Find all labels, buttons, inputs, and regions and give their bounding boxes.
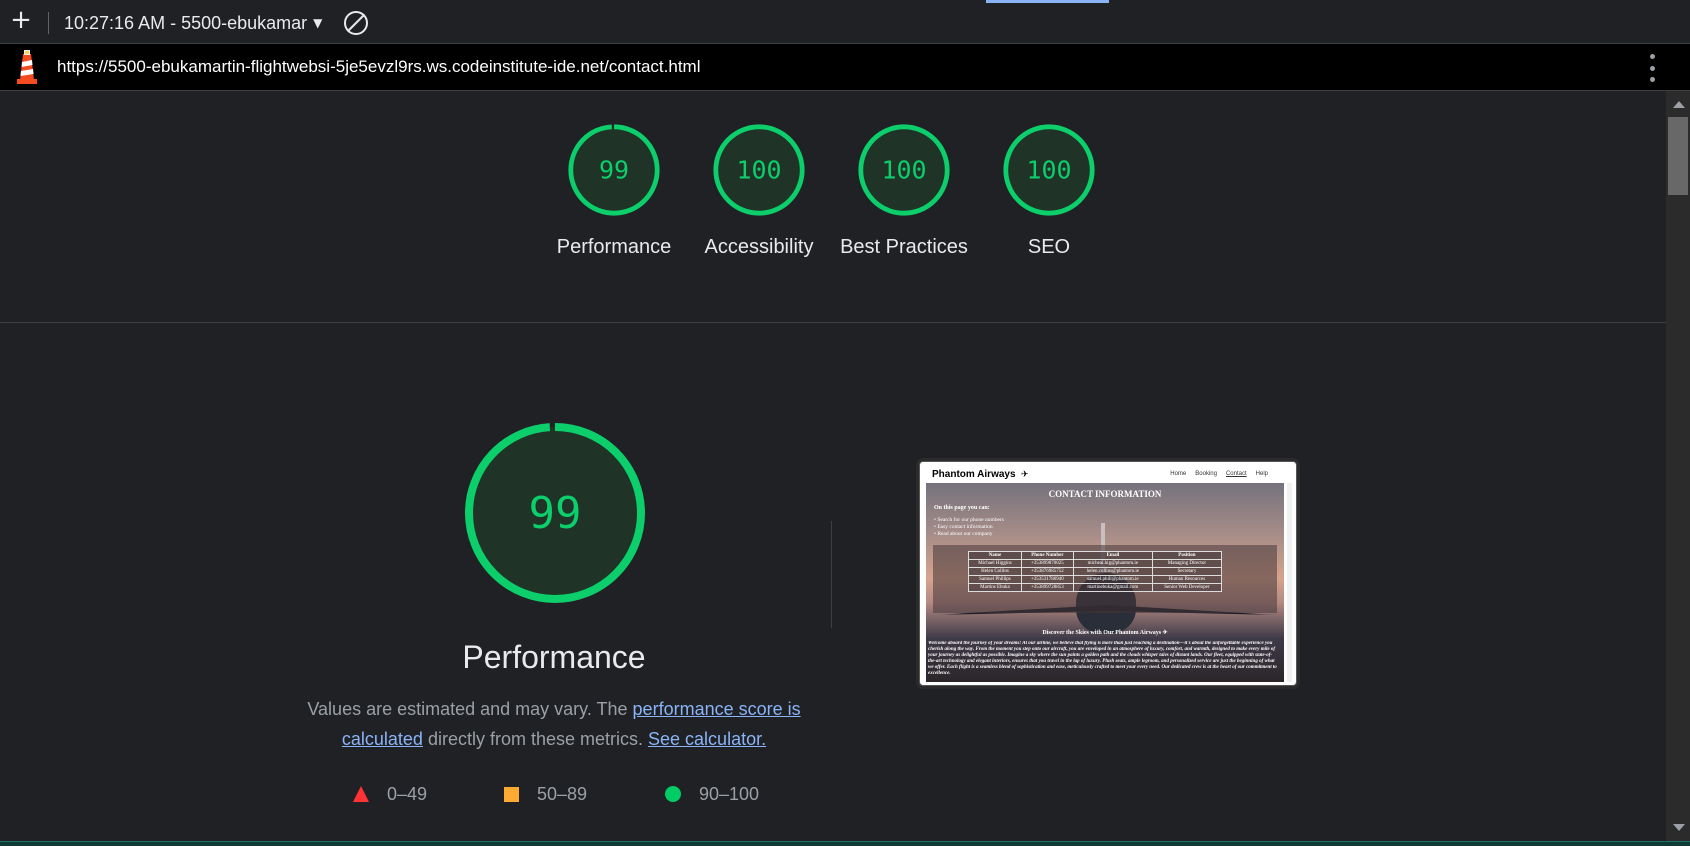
gauge-label: Accessibility [704, 236, 814, 258]
thumb-td: Secretary [1151, 567, 1223, 576]
thumb-td: micheal.hig@phantom.ie [1072, 559, 1153, 568]
vertical-scrollbar[interactable] [1666, 91, 1690, 841]
thumb-bullets: Search for our phone numbers Easy contac… [934, 517, 1004, 538]
thumb-contact-table: Name Phone Number Email Position Michael… [968, 551, 1223, 592]
thumb-nav-home: Home [1170, 471, 1187, 477]
thumb-heading: CONTACT INFORMATION [1048, 489, 1162, 499]
toolbar-separator [48, 12, 49, 34]
gauge-ring: 100 [1003, 124, 1095, 216]
report-url-bar: https://5500-ebukamartin-flightwebsi-5je… [0, 44, 1690, 91]
thumb-table-row: Michael Higgins +353899870025 micheal.hig@… [968, 559, 1223, 568]
scrollbar-thumb[interactable] [1668, 117, 1688, 195]
circle-icon [665, 786, 681, 802]
thumb-td: martinebuka@gmail.com [1072, 583, 1153, 592]
thumb-th: Name [968, 551, 1022, 560]
lighthouse-icon [17, 50, 37, 84]
score-gauge-accessibility[interactable]: 100 Accessibility [694, 122, 824, 262]
score-gauge-seo[interactable]: 100 SEO [984, 122, 1114, 262]
thumb-bullet: Search for our phone numbers [934, 517, 1004, 524]
thumb-table-row: Helen Collins +353876985752 helen.collins@… [968, 567, 1223, 576]
triangle-icon [353, 786, 369, 802]
active-tab-indicator [986, 0, 1109, 3]
thumb-hero: CONTACT INFORMATION On this page you can… [926, 483, 1284, 682]
thumb-td: Senior Web Developer [1151, 583, 1223, 592]
thumb-td: +353899728853 [1020, 583, 1074, 592]
desc-middle: directly from these metrics. [422, 729, 649, 749]
gauge-ring: 99 [568, 124, 660, 216]
plane-icon: ✈ [1162, 630, 1168, 636]
thumb-nav-booking: Booking [1195, 471, 1217, 477]
thumb-th: Position [1151, 551, 1223, 560]
thumb-navbar: Phantom Airways ✈ Home Booking Contact H… [926, 468, 1284, 483]
dropdown-caret-icon: ▼ [313, 16, 323, 30]
devtools-toolbar: + 10:27:16 AM - 5500-ebukamar ▼ [0, 0, 1690, 44]
thumb-paragraph: Welcome aboard the journey of your dream… [928, 641, 1277, 676]
thumb-th: Phone Number [1020, 551, 1074, 560]
gauge-score: 100 [1026, 156, 1071, 185]
thumb-bullet: Easy contact information [934, 524, 1004, 531]
bottom-panel-edge [0, 841, 1690, 846]
performance-gauge: 99 [465, 423, 645, 603]
thumb-table-row: Martins Ebuka +353899728853 martinebuka@gm… [968, 583, 1223, 592]
legend-pass-range: 90–100 [699, 783, 760, 804]
legend-average: 50–89 [504, 781, 587, 807]
thumb-td: +353876985752 [1020, 567, 1074, 576]
desc-prefix: Values are estimated and may vary. The [307, 699, 633, 719]
thumb-bullet: Read about our company [934, 531, 1004, 538]
vertical-divider [831, 521, 832, 628]
block-icon[interactable] [344, 11, 368, 35]
thumb-nav-links: Home Booking Contact Help [1170, 471, 1268, 477]
thumb-scrollbar [1287, 483, 1292, 682]
kebab-menu-icon[interactable] [1648, 54, 1656, 82]
thumb-nav-contact: Contact [1225, 471, 1247, 477]
square-icon [504, 786, 519, 802]
gauge-label: SEO [1027, 236, 1071, 258]
plus-icon[interactable]: + [8, 7, 34, 34]
scroll-down-arrow-icon[interactable] [1673, 824, 1685, 831]
scroll-up-arrow-icon[interactable] [1673, 101, 1685, 108]
gauge-score: 100 [881, 156, 926, 185]
thumb-td: Martins Ebuka [968, 583, 1022, 592]
legend-fail-range: 0–49 [387, 783, 428, 804]
thumb-td: samuel.phill@phantom.ie [1072, 575, 1153, 584]
thumb-td: helen.collins@phantom.ie [1072, 567, 1153, 576]
gauge-score: 99 [599, 156, 629, 185]
thumb-nav-help: Help [1255, 471, 1268, 477]
thumb-td: +353899870025 [1020, 559, 1074, 568]
thumb-th: Email [1072, 551, 1153, 560]
thumb-td: Human Resources [1151, 575, 1223, 584]
gauge-score: 100 [736, 156, 781, 185]
score-summary: 99 Performance 100 Accessibility 100 Best Pra… [0, 91, 1666, 323]
plane-icon: ✈ [1021, 469, 1029, 479]
gauge-label: Performance [556, 236, 672, 258]
final-screenshot-thumbnail[interactable]: Phantom Airways ✈ Home Booking Contact H… [919, 461, 1297, 686]
thumb-discover-text: Discover the Skies with Our Phantom Airw… [1042, 630, 1162, 636]
gauge-label: Best Practices [840, 236, 968, 258]
report-url[interactable]: https://5500-ebukamartin-flightwebsi-5je… [57, 57, 701, 77]
score-gauge-best-practices[interactable]: 100 Best Practices [839, 122, 969, 262]
legend-average-range: 50–89 [537, 783, 588, 804]
performance-title: Performance [462, 639, 646, 675]
report-content: 99 Performance 100 Accessibility 100 Best Pra… [0, 91, 1666, 841]
thumb-brand: Phantom Airways [932, 469, 1016, 480]
performance-score: 99 [529, 488, 582, 539]
legend-pass: 90–100 [665, 781, 759, 807]
thumb-discover: Discover the Skies with Our Phantom Airw… [926, 629, 1284, 636]
gauge-ring: 100 [713, 124, 805, 216]
report-session-selector[interactable]: 10:27:16 AM - 5500-ebukamar ▼ [64, 11, 322, 35]
performance-description: Values are estimated and may vary. The p… [304, 694, 804, 754]
thumb-td: Managing Director [1151, 559, 1223, 568]
thumb-td: +353531786940 [1020, 575, 1074, 584]
score-gauge-performance[interactable]: 99 Performance [549, 122, 679, 262]
thumb-td: Helen Collins [968, 567, 1022, 576]
see-calculator-link[interactable]: See calculator. [648, 729, 766, 749]
thumb-td: Samuel Phillips [968, 575, 1022, 584]
session-label: 10:27:16 AM - 5500-ebukamar [64, 12, 308, 33]
thumb-td: Michael Higgins [968, 559, 1022, 568]
legend-fail: 0–49 [353, 781, 427, 807]
thumb-subheading: On this page you can: [934, 505, 990, 511]
gauge-ring: 100 [858, 124, 950, 216]
thumb-table-row: Samuel Phillips +353531786940 samuel.phill… [968, 575, 1223, 584]
